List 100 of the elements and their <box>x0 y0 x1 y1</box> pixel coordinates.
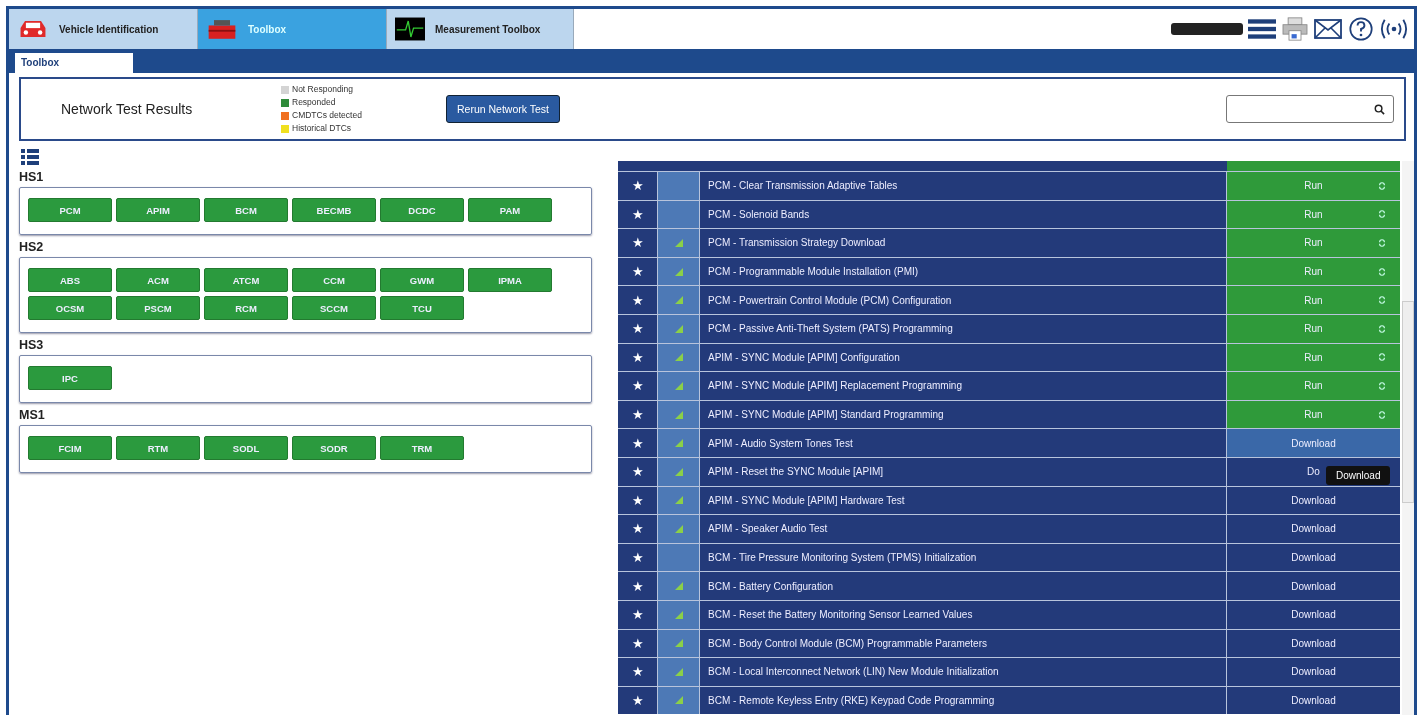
favorite-cell[interactable]: ★ <box>618 172 658 200</box>
action-button[interactable]: Run <box>1227 172 1400 200</box>
module-button[interactable]: OCSM <box>28 296 112 320</box>
rerun-button[interactable]: Rerun Network Test <box>446 95 560 123</box>
favorite-cell[interactable]: ★ <box>618 400 658 429</box>
action-button[interactable]: Download <box>1227 429 1400 457</box>
favorite-cell[interactable]: ★ <box>618 658 658 686</box>
module-button[interactable]: BECMB <box>292 198 376 222</box>
table-cell: PCM - Transmission Strategy Download <box>700 229 1227 257</box>
module-button[interactable]: IPC <box>28 366 112 390</box>
module-button[interactable]: BCM <box>204 198 288 222</box>
app-tab[interactable]: Toolbox <box>198 9 387 49</box>
table-cell: PCM - Clear Transmission Adaptive Tables <box>700 172 1227 200</box>
table-cell: BCM - Body Control Module (BCM) Programmable Parameters <box>700 629 1227 658</box>
favorite-cell[interactable]: ★ <box>618 200 658 229</box>
module-button[interactable]: DCDC <box>380 198 464 222</box>
favorite-cell[interactable]: ★ <box>618 372 658 400</box>
module-button[interactable]: ACM <box>116 268 200 292</box>
favorite-cell[interactable]: ★ <box>618 286 658 314</box>
action-button[interactable]: Run <box>1227 400 1400 429</box>
action-button[interactable]: Download <box>1227 629 1400 658</box>
module-button[interactable]: RTM <box>116 436 200 460</box>
signal-icon <box>674 582 683 591</box>
signal-icon <box>674 496 683 505</box>
signal-icon <box>674 353 683 362</box>
favorite-cell[interactable]: ★ <box>618 543 658 572</box>
signal-icon <box>674 524 683 533</box>
waveform-icon <box>395 16 425 42</box>
bus-heading: HS1 <box>19 170 45 184</box>
mail-icon[interactable] <box>1314 17 1342 41</box>
legend-label: Historical DTCs <box>292 122 352 135</box>
toolbox-icon <box>206 17 238 41</box>
list-icon[interactable] <box>21 149 39 165</box>
app-tab[interactable]: Vehicle Identification <box>9 9 198 49</box>
signal-icon <box>674 667 683 676</box>
action-button[interactable]: Run <box>1227 343 1400 372</box>
action-button[interactable]: Run <box>1227 286 1400 314</box>
action-button[interactable]: Run <box>1227 372 1400 400</box>
action-button[interactable]: Download <box>1227 686 1400 715</box>
scrollbar-thumb[interactable] <box>1402 301 1414 503</box>
toolbox-tab[interactable]: Toolbox <box>15 53 133 73</box>
table-cell: APIM - Speaker Audio Test <box>700 515 1227 543</box>
action-button[interactable]: Run <box>1227 229 1400 257</box>
table-cell: BCM - Tire Pressure Monitoring System (TPMS) Initialization <box>700 543 1227 572</box>
bus-heading: MS1 <box>19 408 46 422</box>
favorite-cell[interactable]: ★ <box>618 257 658 286</box>
module-button[interactable]: APIM <box>116 198 200 222</box>
app-tab[interactable]: Measurement Toolbox <box>387 9 574 49</box>
module-button[interactable]: CCM <box>292 268 376 292</box>
favorite-cell[interactable]: ★ <box>618 629 658 658</box>
action-button[interactable]: Download <box>1227 600 1400 629</box>
action-button[interactable]: Run <box>1227 314 1400 343</box>
favorite-cell[interactable]: ★ <box>618 686 658 715</box>
module-button[interactable]: SODL <box>204 436 288 460</box>
redacted-mark <box>1171 23 1243 35</box>
action-button[interactable]: Download <box>1227 658 1400 686</box>
action-button[interactable]: Download <box>1227 572 1400 600</box>
module-button[interactable]: FCIM <box>28 436 112 460</box>
menu-icon[interactable] <box>1248 17 1276 41</box>
favorite-cell[interactable]: ★ <box>618 515 658 543</box>
favorite-cell[interactable]: ★ <box>618 457 658 486</box>
module-button[interactable]: TRM <box>380 436 464 460</box>
action-button[interactable]: Download <box>1227 515 1400 543</box>
action-button[interactable]: Run <box>1227 257 1400 286</box>
signal-icon <box>674 267 683 276</box>
table-cell: APIM - Reset the SYNC Module [APIM] <box>700 457 1227 486</box>
module-button[interactable]: GWM <box>380 268 464 292</box>
arrows-icon <box>1378 324 1386 333</box>
module-button[interactable]: PSCM <box>116 296 200 320</box>
module-button[interactable]: TCU <box>380 296 464 320</box>
printer-icon[interactable] <box>1281 17 1309 41</box>
module-button[interactable]: RCM <box>204 296 288 320</box>
table-cell: BCM - Local Interconnect Network (LIN) New Module Initialization <box>700 658 1227 686</box>
favorite-cell[interactable]: ★ <box>618 486 658 515</box>
arrows-icon <box>1378 381 1386 390</box>
action-button[interactable]: Download <box>1227 486 1400 515</box>
module-button[interactable]: PCM <box>28 198 112 222</box>
favorite-cell[interactable]: ★ <box>618 229 658 257</box>
table-cell: PCM - Programmable Module Installation (PMI) <box>700 257 1227 286</box>
table-cell: APIM - SYNC Module [APIM] Standard Programming <box>700 400 1227 429</box>
signal-icon <box>674 296 683 305</box>
arrows-icon <box>1378 267 1386 276</box>
module-button[interactable]: SODR <box>292 436 376 460</box>
signal-icon <box>674 324 683 333</box>
module-button[interactable]: PAM <box>468 198 552 222</box>
module-button[interactable]: SCCM <box>292 296 376 320</box>
module-button[interactable]: IPMA <box>468 268 552 292</box>
search-field[interactable] <box>1226 95 1394 123</box>
module-button[interactable]: ATCM <box>204 268 288 292</box>
action-button[interactable]: Download <box>1227 543 1400 572</box>
scrollbar[interactable] <box>1402 161 1414 715</box>
favorite-cell[interactable]: ★ <box>618 572 658 600</box>
favorite-cell[interactable]: ★ <box>618 429 658 457</box>
action-button[interactable]: Run <box>1227 200 1400 229</box>
favorite-cell[interactable]: ★ <box>618 343 658 372</box>
favorite-cell[interactable]: ★ <box>618 314 658 343</box>
favorite-cell[interactable]: ★ <box>618 600 658 629</box>
wireless-icon[interactable] <box>1380 17 1408 41</box>
module-button[interactable]: ABS <box>28 268 112 292</box>
help-icon[interactable] <box>1347 17 1375 41</box>
